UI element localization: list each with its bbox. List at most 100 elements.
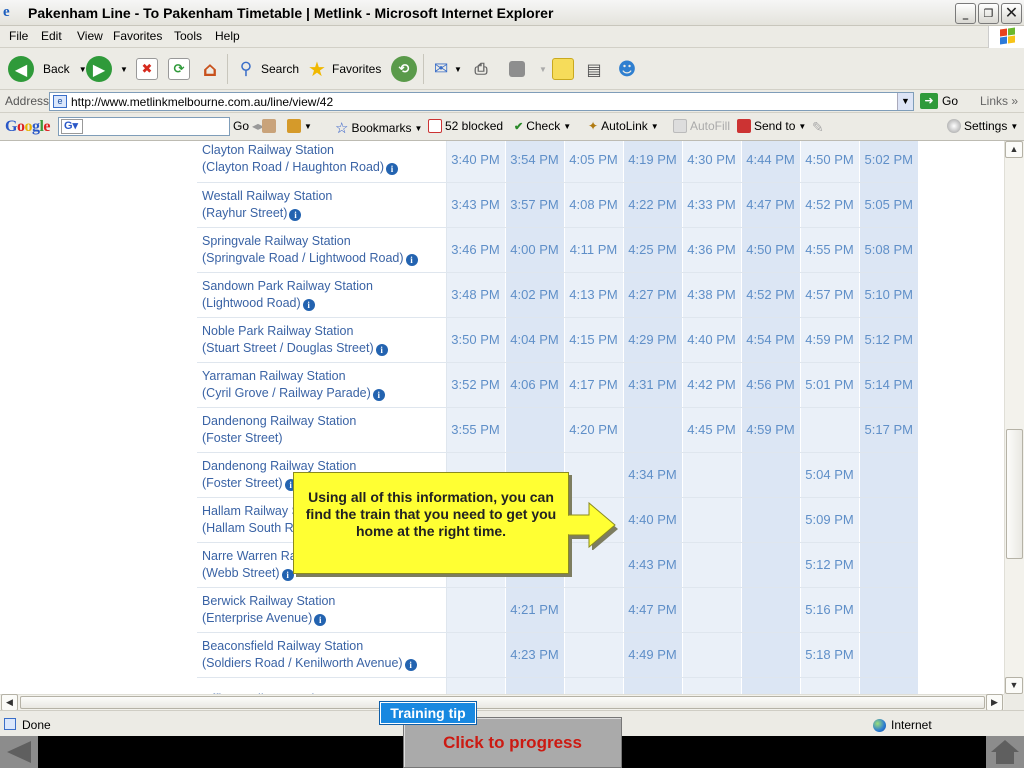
chevron-down-icon: ▼: [798, 121, 807, 131]
home-button[interactable]: ⌂: [199, 55, 221, 83]
departure-time-cell: 5:12 PM: [858, 317, 918, 363]
chevron-down-icon[interactable]: ▼: [897, 93, 913, 110]
vertical-scrollbar[interactable]: ▲ ▼: [1004, 141, 1024, 694]
messenger-button[interactable]: ☻: [616, 55, 638, 83]
refresh-button[interactable]: ⟳: [168, 55, 190, 83]
favorites-button[interactable]: ★ Favorites: [306, 55, 381, 83]
chevron-down-icon[interactable]: ▼: [120, 65, 128, 74]
refresh-icon: ⟳: [168, 58, 190, 80]
forward-button[interactable]: ▶ ▼: [86, 55, 128, 83]
info-icon[interactable]: i: [289, 208, 302, 221]
departure-time-cell: [858, 497, 918, 543]
station-cell: Noble Park Railway Station (Stuart Street…: [197, 317, 447, 363]
links-button[interactable]: Links »: [980, 94, 1018, 108]
toolbar-separator: [423, 54, 424, 84]
station-name-link[interactable]: Berwick Railway Station: [202, 594, 335, 608]
menu-file[interactable]: File: [9, 29, 28, 43]
station-name-link[interactable]: Noble Park Railway Station: [202, 324, 353, 338]
print-button[interactable]: ⎙: [470, 55, 492, 83]
autofill-icon: [673, 119, 687, 133]
history-button[interactable]: ⟲: [391, 55, 417, 83]
station-cell: Yarraman Railway Station (Cyril Grove / R…: [197, 362, 447, 408]
highlight-button[interactable]: ✎: [812, 119, 824, 136]
google-news-button[interactable]: [262, 119, 276, 133]
google-go-button[interactable]: Go ◂▸: [233, 119, 264, 133]
departure-time-cell: [740, 497, 800, 543]
home-icon[interactable]: [986, 736, 1024, 768]
close-button[interactable]: ✕: [1001, 3, 1022, 24]
menu-bar: File Edit View Favorites Tools Help: [0, 26, 1024, 48]
send-to-button[interactable]: Send to ▼: [737, 119, 806, 133]
bookmarks-button[interactable]: ☆ Bookmarks ▼: [335, 119, 422, 137]
google-g-icon[interactable]: G▾: [61, 119, 83, 134]
mail-button[interactable]: ✉ ▼: [430, 55, 462, 83]
google-logo: Google: [5, 118, 51, 135]
menu-help[interactable]: Help: [215, 29, 240, 43]
title-bar: e Pakenham Line - To Pakenham Timetable …: [0, 0, 1024, 26]
info-icon[interactable]: i: [281, 568, 294, 581]
scroll-right-icon[interactable]: ▶: [986, 694, 1003, 711]
station-name-link[interactable]: Springvale Railway Station: [202, 234, 351, 248]
minimize-button[interactable]: _: [955, 3, 976, 24]
address-url[interactable]: http://www.metlinkmelbourne.com.au/line/…: [71, 95, 333, 109]
menu-view[interactable]: View: [77, 29, 103, 43]
edit-icon: [509, 61, 525, 77]
info-icon[interactable]: i: [404, 658, 417, 671]
chevron-down-icon: ▼: [304, 121, 312, 131]
horizontal-scrollbar[interactable]: ◀ ▶: [0, 694, 1004, 711]
menu-edit[interactable]: Edit: [41, 29, 62, 43]
maximize-button[interactable]: ❐: [978, 3, 999, 24]
vertical-scroll-thumb[interactable]: [1006, 429, 1023, 559]
station-name-link[interactable]: Clayton Railway Station: [202, 143, 334, 157]
info-icon[interactable]: i: [375, 343, 388, 356]
info-icon[interactable]: i: [302, 298, 315, 311]
station-name-link[interactable]: Yarraman Railway Station: [202, 369, 346, 383]
info-icon[interactable]: i: [405, 253, 418, 266]
note-icon: [552, 58, 574, 80]
popup-blocker-button[interactable]: 52 blocked: [428, 119, 503, 133]
back-button[interactable]: ◀ Back ▼: [8, 55, 87, 83]
edit-button[interactable]: ▼: [506, 55, 547, 83]
info-icon[interactable]: i: [314, 613, 327, 626]
autofill-button[interactable]: AutoFill: [673, 119, 730, 133]
address-input[interactable]: e http://www.metlinkmelbourne.com.au/lin…: [49, 92, 914, 111]
favorites-label: Favorites: [332, 62, 382, 76]
info-icon[interactable]: i: [372, 388, 385, 401]
stop-icon: ✖: [136, 58, 158, 80]
station-name-link[interactable]: Westall Railway Station: [202, 189, 332, 203]
scroll-up-icon[interactable]: ▲: [1005, 141, 1023, 158]
autolink-button[interactable]: ✦ AutoLink ▼: [588, 119, 659, 133]
google-puzzle-button[interactable]: ▼: [287, 119, 312, 133]
menu-tools[interactable]: Tools: [174, 29, 202, 43]
departure-time-cell: 4:00 PM: [504, 227, 564, 273]
station-name-link[interactable]: Dandenong Railway Station: [202, 459, 356, 473]
news-icon: [262, 119, 276, 133]
spellcheck-button[interactable]: ✔ Check ▼: [514, 119, 571, 133]
menu-favorites[interactable]: Favorites: [113, 29, 162, 43]
info-icon[interactable]: i: [386, 163, 399, 176]
station-cell: Beaconsfield Railway Station (Soldiers Ro…: [197, 632, 447, 678]
timetable-body: Clayton Railway Station (Clayton Road / H…: [197, 141, 918, 694]
settings-button[interactable]: Settings ▼: [947, 119, 1018, 133]
departure-time-cell: 5:04 PM: [799, 452, 859, 498]
station-name-link[interactable]: Sandown Park Railway Station: [202, 279, 373, 293]
autolink-label: AutoLink: [601, 119, 648, 133]
scroll-left-icon[interactable]: ◀: [1, 694, 18, 711]
horizontal-scroll-thumb[interactable]: [20, 696, 985, 709]
research-button[interactable]: ▤: [583, 55, 605, 83]
discuss-button[interactable]: [552, 55, 574, 83]
station-name-link[interactable]: Beaconsfield Railway Station: [202, 639, 363, 653]
home-icon: ⌂: [202, 57, 218, 81]
previous-arrow-icon[interactable]: [0, 736, 38, 768]
chevron-down-icon[interactable]: ▼: [454, 65, 462, 74]
click-to-progress-button[interactable]: Click to progress: [403, 717, 622, 768]
stop-button[interactable]: ✖: [136, 55, 158, 83]
scroll-down-icon[interactable]: ▼: [1005, 677, 1023, 694]
table-row: Dandenong Railway Station (Foster Street)…: [197, 407, 918, 453]
search-button[interactable]: ⚲ Search: [235, 55, 299, 83]
station-name-link[interactable]: Dandenong Railway Station: [202, 414, 356, 428]
go-button[interactable]: ➜ Go: [920, 93, 958, 109]
station-cell: Westall Railway Station (Rayhur Street) i: [197, 182, 447, 228]
google-search-input[interactable]: G▾: [58, 117, 230, 136]
departure-time-cell: [445, 677, 505, 694]
